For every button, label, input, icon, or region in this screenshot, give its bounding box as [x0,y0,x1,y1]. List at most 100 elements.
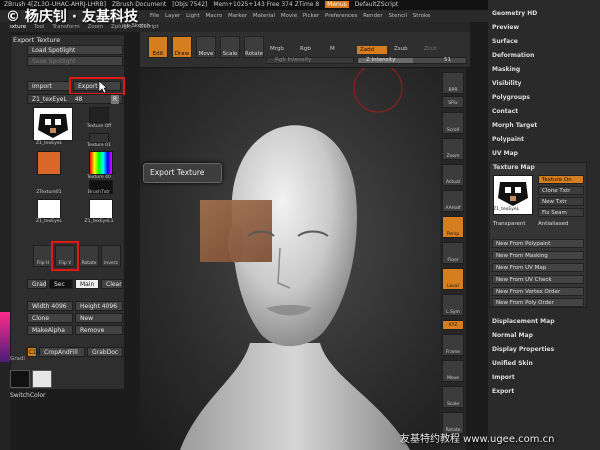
palette-item-visibility[interactable]: Visibility [492,80,521,87]
texture-thumb-white[interactable] [37,199,61,219]
texture-on-toggle[interactable]: Texture On [538,175,584,184]
frame-button[interactable]: Frame [442,334,464,356]
menu-movie[interactable]: Movie [281,13,297,19]
palette-item-import[interactable]: Import [492,374,515,381]
width-slider[interactable]: Width 4096 [27,301,73,311]
new-from-vertex-order-button[interactable]: New From Vertex Order [492,287,584,296]
zoom-button[interactable]: Zoom [442,138,464,160]
make-alpha-button[interactable]: MakeAlpha [27,325,73,335]
new-button[interactable]: New [75,313,123,323]
grad-button[interactable]: Grad [27,279,47,289]
local-button[interactable]: Local [442,268,464,290]
menus-button[interactable]: Menus [325,1,349,8]
inverse-button[interactable]: Inverz [101,245,121,267]
spix-button[interactable]: SPix [442,96,464,108]
menu-marker[interactable]: Marker [228,13,247,19]
palette-item-contact[interactable]: Contact [492,108,518,115]
edit-button[interactable]: Edit [148,36,168,58]
menu-picker[interactable]: Picker [303,13,319,19]
texture-thumb-selected[interactable] [33,107,73,141]
grab-doc-button[interactable]: GrabDoc [87,347,123,357]
new-from-masking-button[interactable]: New From Masking [492,251,584,260]
fix-seam-button[interactable]: Fix Seam [538,208,584,217]
menu-material[interactable]: Material [253,13,275,19]
menu-macro[interactable]: Macro [206,13,223,19]
texture-thumb-eye[interactable] [89,199,113,219]
new-from-polypaint-button[interactable]: New From Polypaint [492,239,584,248]
main-color-swatch-large[interactable] [32,370,52,388]
palette-item-normal-map[interactable]: Normal Map [492,332,533,339]
texture-map-header[interactable]: Texture Map [493,164,535,171]
menu-stroke[interactable]: Stroke [413,13,431,19]
cd-button[interactable]: CD [27,347,38,357]
floor-button[interactable]: Floor [442,242,464,264]
clear-button[interactable]: Clear [101,279,123,289]
palette-item-morph-target[interactable]: Morph Target [492,122,537,129]
actual-button[interactable]: Actual [442,164,464,186]
zsub-button[interactable]: Zsub [394,46,408,52]
mrgb-button[interactable]: Mrgb [270,46,284,52]
texture-thumb-off[interactable] [89,107,109,123]
secondary-color-swatch[interactable]: Sec [49,279,73,289]
rotate-button[interactable]: Rotate [244,36,264,58]
menu-stencil[interactable]: Stencil [388,13,407,19]
m-button[interactable]: M [330,46,335,52]
move-button[interactable]: Move [196,36,216,58]
main-color-swatch[interactable]: Main [75,279,99,289]
height-slider[interactable]: Height 4096 [75,301,123,311]
clone-button[interactable]: Clone [27,313,73,323]
save-spotlight-button[interactable]: Save Spotlight [27,56,123,66]
menu-preferences[interactable]: Preferences [325,13,357,19]
new-txtr-button[interactable]: New Txtr [538,197,584,206]
z-intensity-slider[interactable]: Z Intensity 51 [357,57,467,64]
menu-layer[interactable]: Layer [165,13,180,19]
scale-button[interactable]: Scale [220,36,240,58]
palette-item-polygroups[interactable]: Polygroups [492,94,530,101]
palette-item-geometry-hd[interactable]: Geometry HD [492,10,537,17]
lsym-button[interactable]: L.Sym [442,294,464,316]
import-button[interactable]: Import [27,81,71,91]
menu-light[interactable]: Light [186,13,200,19]
palette-item-surface[interactable]: Surface [492,38,518,45]
palette-item-preview[interactable]: Preview [492,24,519,31]
new-from-uv-map-button[interactable]: New From UV Map [492,263,584,272]
transparent-toggle[interactable]: Transparent [493,221,526,227]
xyz-button[interactable]: XYZ [442,320,464,330]
scroll-button[interactable]: Scroll [442,112,464,134]
rotate-texture-button[interactable]: Rotate [79,245,99,267]
palette-item-export[interactable]: Export [492,388,514,395]
canvas-viewport[interactable] [140,68,440,450]
palette-item-polypaint[interactable]: Polypaint [492,136,524,143]
default-zscript-button[interactable]: DefaultZScript [355,1,398,8]
zcut-button[interactable]: Zcut [424,46,436,52]
new-from-poly-order-button[interactable]: New From Poly Order [492,298,584,307]
current-texture-slider[interactable]: Z1_texEyeL 48 R [27,94,123,104]
zadd-button[interactable]: Zadd [357,46,387,54]
antialiased-toggle[interactable]: Antialiased [538,221,568,227]
move-view-button[interactable]: Move [442,360,464,382]
palette-item-display-properties[interactable]: Display Properties [492,346,554,353]
menu-file[interactable]: File [150,13,159,19]
texture-thumb-rainbow[interactable] [89,151,113,175]
texture-thumb-brick[interactable] [37,151,61,175]
flip-h-button[interactable]: Flip H [33,245,53,267]
color-picker[interactable] [0,312,10,362]
remove-button[interactable]: Remove [75,325,123,335]
secondary-color-swatch-large[interactable] [10,370,30,388]
crop-and-fill-button[interactable]: CropAndFill [39,347,85,357]
load-spotlight-button[interactable]: Load Spotlight [27,45,123,55]
reset-texture-button[interactable]: R [110,95,119,104]
aahalf-button[interactable]: AAHalf [442,190,464,212]
new-from-uv-check-button[interactable]: New From UV Check [492,275,584,284]
palette-item-displacement-map[interactable]: Displacement Map [492,318,555,325]
scale-view-button[interactable]: Scale [442,386,464,408]
palette-item-uv-map[interactable]: UV Map [492,150,518,157]
bpr-button[interactable]: BPR [442,72,464,94]
menu-render[interactable]: Render [363,13,383,19]
rgb-intensity-slider[interactable]: Rgb Intensity [266,57,354,64]
rgb-button[interactable]: Rgb [300,46,311,52]
switch-color-button[interactable]: SwitchColor [10,392,46,399]
persp-button[interactable]: Persp [442,216,464,238]
palette-item-unified-skin[interactable]: Unified Skin [492,360,533,367]
clone-txtr-button[interactable]: Clone Txtr [538,186,584,195]
